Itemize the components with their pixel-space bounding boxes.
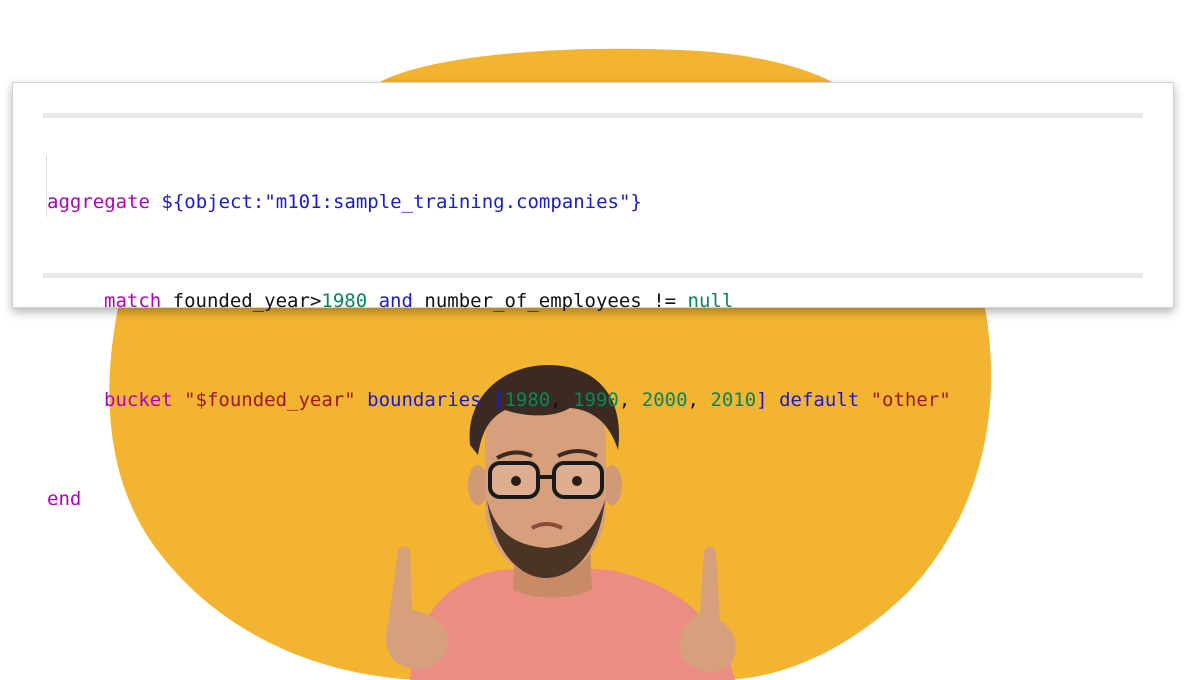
group-by-string: "$founded_year" <box>184 389 356 411</box>
null-literal: null <box>687 290 734 312</box>
aggregate-keyword: aggregate <box>47 191 150 213</box>
close-bracket: ] <box>756 389 768 411</box>
code-line-4: end <box>47 483 951 516</box>
value-1980: 1980 <box>321 290 368 312</box>
boundary-4: 2010 <box>710 389 757 411</box>
code-bottom-rule <box>43 273 1143 278</box>
field-founded-year: founded_year <box>172 290 310 312</box>
code-line-1: aggregate ${object:"m101:sample_training… <box>47 186 951 219</box>
code-line-2: match founded_year>1980 and number_of_em… <box>47 285 951 318</box>
open-bracket: [ <box>492 389 505 411</box>
code-top-rule <box>43 113 1143 118</box>
match-keyword: match <box>104 290 162 312</box>
boundaries-keyword: boundaries <box>367 389 482 411</box>
default-value-string: "other" <box>870 389 951 411</box>
and-keyword: and <box>378 290 413 312</box>
field-number-of-employees: number_of_employees <box>424 290 642 312</box>
bucket-keyword: bucket <box>104 389 173 411</box>
default-keyword: default <box>779 389 860 411</box>
boundary-3: 2000 <box>641 389 688 411</box>
object-reference: ${object:"m101:sample_training.companies… <box>161 191 642 213</box>
boundary-2: 1990 <box>573 389 619 411</box>
operator-not-equal: != <box>653 290 677 312</box>
end-keyword: end <box>47 488 82 510</box>
boundary-1: 1980 <box>504 389 551 411</box>
code-line-3: bucket "$founded_year" boundaries [1980,… <box>104 389 951 411</box>
code-block: aggregate ${object:"m101:sample_training… <box>47 120 951 582</box>
code-snippet-card: aggregate ${object:"m101:sample_training… <box>12 82 1174 510</box>
operator-gt: > <box>309 290 322 312</box>
